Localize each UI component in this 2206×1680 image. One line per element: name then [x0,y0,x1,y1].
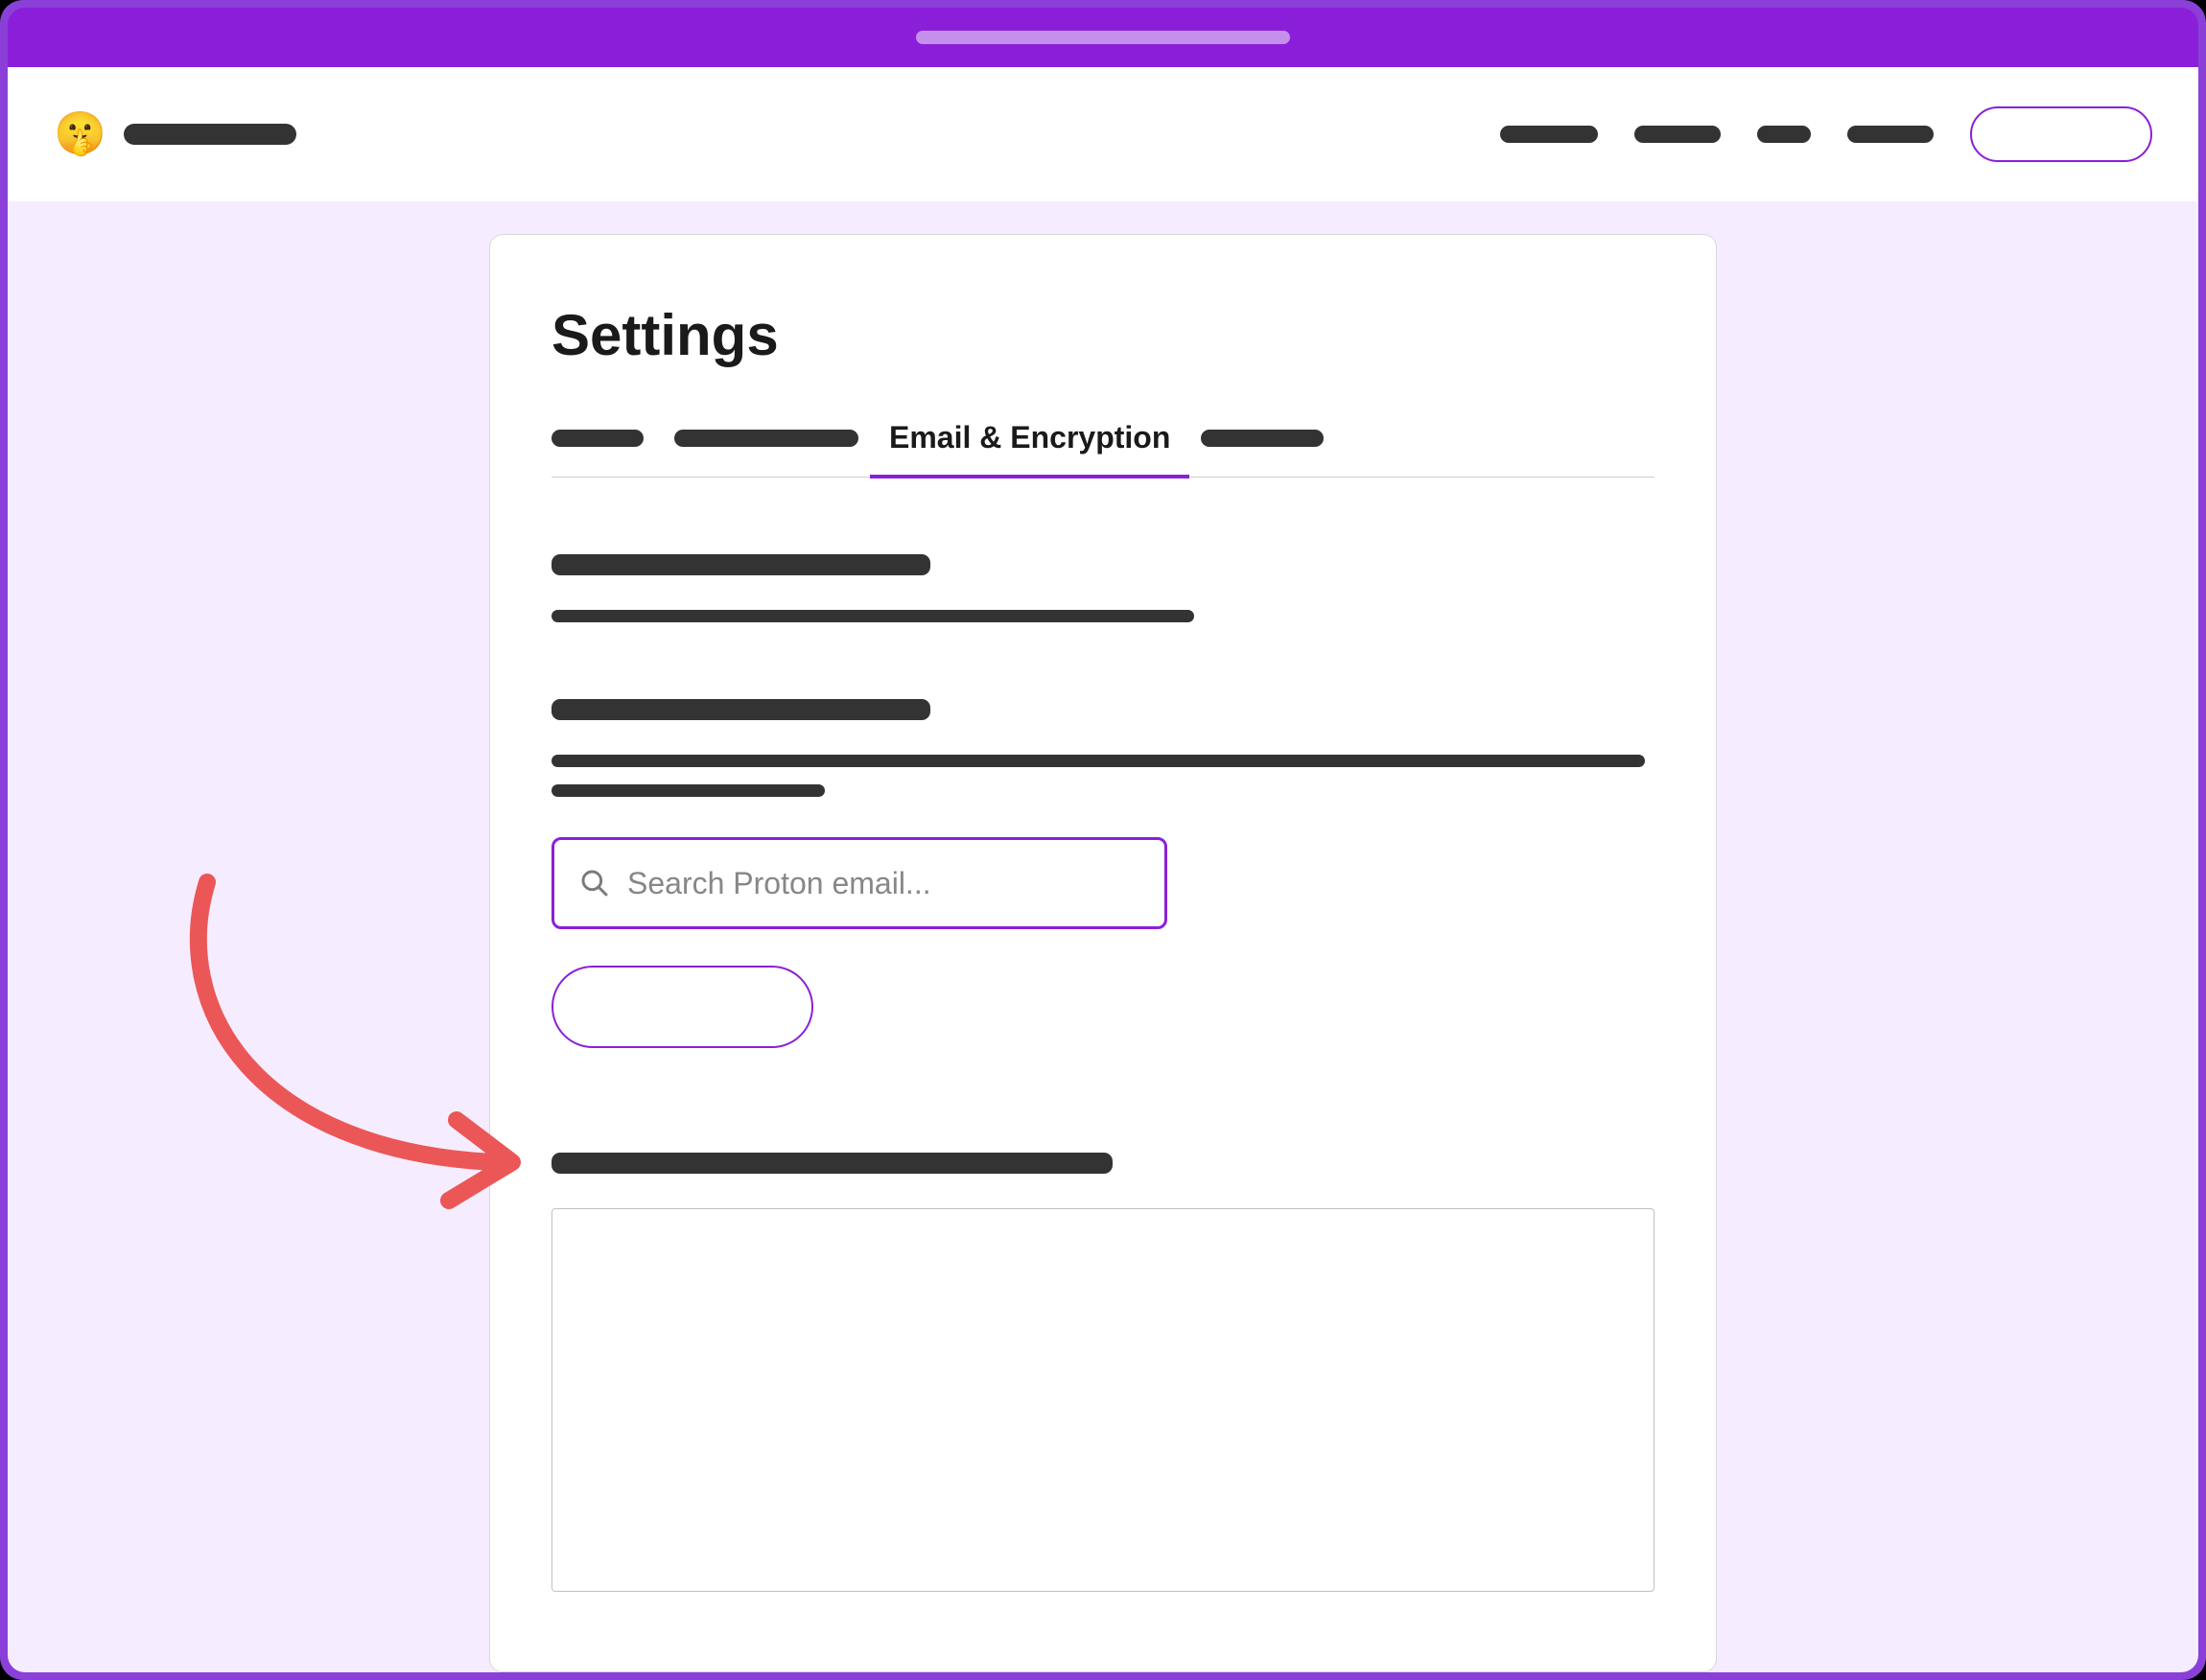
window-drag-handle[interactable] [916,31,1290,44]
tab-4[interactable] [1201,430,1324,447]
nav-link-3[interactable] [1757,126,1811,143]
section-3 [552,1153,1654,1592]
nav-link-4[interactable] [1847,126,1934,143]
section-1-body [552,610,1194,622]
top-nav-links [1500,106,2152,162]
search-input[interactable] [627,866,1139,901]
brand-name-placeholder [124,124,296,145]
logo-emoji-icon: 🤫 [54,113,106,155]
section-1-heading [552,554,930,575]
section-2-body-line-2 [552,784,825,797]
window: 🤫 Settings Email & Enc [8,8,2198,1672]
annotation-arrow-icon [130,853,533,1266]
section-2-heading [552,699,930,720]
tab-1[interactable] [552,430,644,447]
tab-email-encryption[interactable]: Email & Encryption [889,420,1170,477]
browser-frame: 🤫 Settings Email & Enc [0,0,2206,1680]
section-3-heading [552,1153,1113,1174]
content-area: Settings Email & Encryption [8,201,2198,1672]
content-panel [552,1208,1654,1592]
section-1 [552,554,1654,622]
section-2 [552,699,1654,1051]
page-title: Settings [552,302,1654,368]
header-cta-button[interactable] [1970,106,2152,162]
search-icon [579,868,610,898]
tab-2[interactable] [674,430,858,447]
action-button[interactable] [552,966,813,1048]
settings-tabs: Email & Encryption [552,420,1654,478]
nav-link-1[interactable] [1500,126,1598,143]
brand-area[interactable]: 🤫 [54,113,296,155]
settings-card: Settings Email & Encryption [489,234,1717,1672]
window-titlebar[interactable] [8,8,2198,67]
nav-link-2[interactable] [1634,126,1721,143]
top-nav-bar: 🤫 [8,67,2198,201]
proton-email-search[interactable] [552,837,1167,929]
section-2-body-line-1 [552,755,1645,767]
